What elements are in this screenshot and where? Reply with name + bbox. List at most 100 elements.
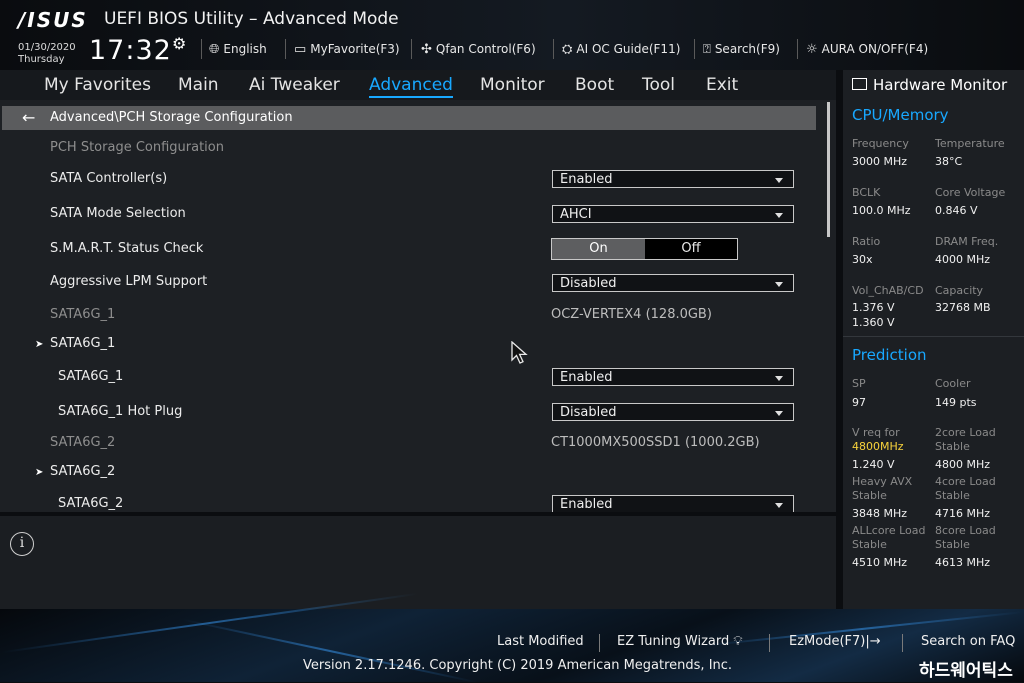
last-modified-button[interactable]: Last Modified [497,634,584,649]
divider [902,634,903,652]
tab-my-favorites[interactable]: My Favorites [44,75,151,95]
ez-mode-button[interactable]: EzMode(F7)|→ [789,634,881,649]
ez-tuning-wizard-button[interactable]: EZ Tuning Wizard 💡︎ [617,634,743,649]
chevron-down-icon [775,178,783,183]
frequency-label: Frequency [852,137,909,150]
search-faq-button[interactable]: Search on FAQ [921,634,1015,649]
language-button[interactable]: 🌐︎ English [209,42,267,57]
core-voltage-label: Core Voltage [935,186,1006,199]
expand-arrow-icon: ➤ [35,339,44,350]
tab-ai-tweaker[interactable]: Ai Tweaker [249,75,340,95]
sata-controller-dropdown[interactable]: Enabled [552,170,794,188]
divider [843,336,1024,337]
port1-info-label: SATA6G_1 [50,307,116,322]
chevron-down-icon [775,411,783,416]
ratio-label: Ratio [852,235,881,248]
capacity-label: Capacity [935,284,984,297]
help-info-area [0,516,836,609]
chevron-down-icon [775,503,783,508]
vol-chab-value: 1.376 V [852,301,895,314]
asus-logo: /ISUS [18,8,88,32]
watermark: 하드웨어틱스 [919,661,1013,681]
tab-advanced[interactable]: Advanced [369,75,453,98]
tab-main[interactable]: Main [178,75,219,95]
clipped-row: SATA6G_2 Enabled [0,492,836,512]
lightbulb-icon: 💡︎ [733,634,743,649]
aura-toggle-button[interactable]: ☼ AURA ON/OFF(F4) [806,42,928,57]
port2-enable-label: SATA6G_2 [58,496,124,511]
vreq-freq: 4800MHz [852,440,904,453]
four-core-stable: Stable [935,489,970,502]
chevron-down-icon [775,282,783,287]
smart-toggle[interactable]: On Off [551,238,738,260]
section-title: PCH Storage Configuration [50,140,224,155]
myfavorite-button[interactable]: ▭ MyFavorite(F3) [294,42,400,57]
back-arrow-icon[interactable]: ← [22,108,35,127]
date: 01/30/2020 [18,42,76,53]
divider [769,634,770,652]
port2-enable-dropdown[interactable]: Enabled [552,495,794,512]
four-core-label: 4core Load [935,475,996,488]
divider [694,39,695,59]
info-icon[interactable]: i [10,532,34,556]
mouse-cursor-icon [511,341,528,364]
date-display: 01/30/2020 Thursday [18,42,76,66]
clock: 17:32 [89,35,172,66]
tab-tool[interactable]: Tool [642,75,675,95]
chevron-down-icon [775,376,783,381]
aura-icon: ☼ [806,42,818,57]
four-core-value: 4716 MHz [935,507,991,520]
lpm-dropdown[interactable]: Disabled [552,274,794,292]
smart-on-option[interactable]: On [552,239,645,259]
port1-hotplug-dropdown[interactable]: Disabled [552,403,794,421]
sata-mode-label: SATA Mode Selection [50,206,186,221]
sata-mode-dropdown[interactable]: AHCI [552,205,794,223]
frequency-value: 3000 MHz [852,155,908,168]
port1-enable-dropdown[interactable]: Enabled [552,368,794,386]
divider [599,634,600,652]
search-button[interactable]: ⍰ Search(F9) [703,42,780,57]
tab-boot[interactable]: Boot [575,75,614,95]
breadcrumb-path: Advanced\PCH Storage Configuration [50,110,293,125]
port1-group[interactable]: SATA6G_1 [50,336,115,351]
heavy-avx-value: 3848 MHz [852,507,908,520]
port1-hotplug-label: SATA6G_1 Hot Plug [58,404,183,419]
scrollbar[interactable] [827,102,830,237]
hardware-monitor-title: Hardware Monitor [873,76,1008,94]
divider [411,39,412,59]
sp-label: SP [852,377,866,390]
temperature-value: 38°C [935,155,963,168]
port2-device: CT1000MX500SSD1 (1000.2GB) [551,435,760,450]
capacity-value: 32768 MB [935,301,991,314]
settings-panel [0,100,836,512]
lpm-label: Aggressive LPM Support [50,274,208,289]
sata-controller-label: SATA Controller(s) [50,171,168,186]
port2-group[interactable]: SATA6G_2 [50,464,115,479]
heavy-avx-stable: Stable [852,489,887,502]
cpu-memory-title: CPU/Memory [852,106,949,124]
weekday: Thursday [18,54,65,65]
divider [553,39,554,59]
divider [201,39,202,59]
vol-chcd-value: 1.360 V [852,316,895,329]
vol-chab-label: Vol_ChAB/CD [852,284,924,297]
version-text: Version 2.17.1246. Copyright (C) 2019 Am… [303,658,733,673]
ai-oc-guide-button[interactable]: ⛭ AI OC Guide(F11) [562,42,680,57]
core-voltage-value: 0.846 V [935,204,978,217]
chip-icon: ⛭ [562,42,573,57]
port1-device: OCZ-VERTEX4 (128.0GB) [551,307,712,322]
vreq-value: 1.240 V [852,458,895,471]
expand-arrow-icon: ➤ [35,467,44,478]
tab-exit[interactable]: Exit [706,75,738,95]
two-core-label: 2core Load [935,426,996,439]
dram-freq-value: 4000 MHz [935,253,991,266]
monitor-icon [852,78,867,90]
gear-icon[interactable]: ⚙ [172,34,186,53]
dram-freq-label: DRAM Freq. [935,235,999,248]
vreq-label: V req for [852,426,900,439]
divider [285,39,286,59]
smart-off-option[interactable]: Off [645,239,737,259]
eight-core-label: 8core Load [935,524,996,537]
qfan-control-button[interactable]: ✣ Qfan Control(F6) [421,42,536,57]
tab-monitor[interactable]: Monitor [480,75,545,95]
